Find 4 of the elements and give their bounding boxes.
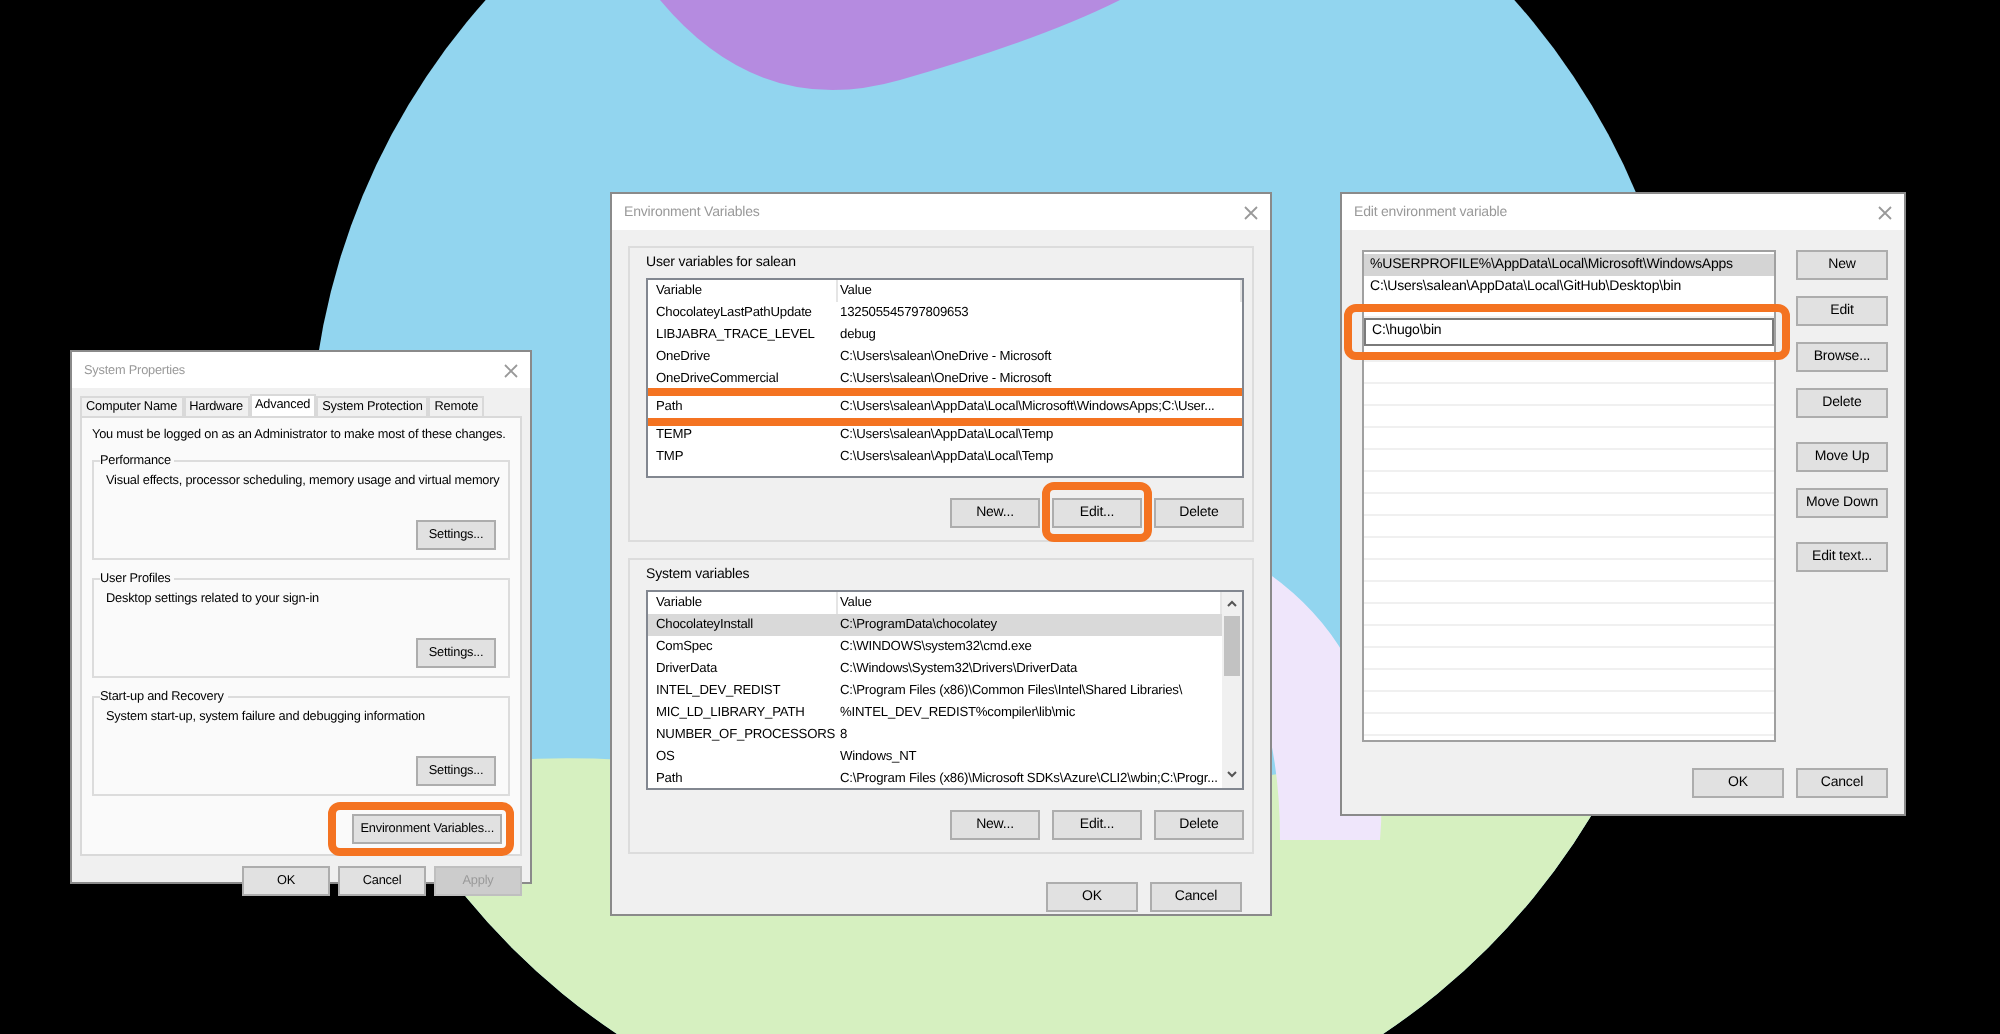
close-icon[interactable] [504,363,518,377]
close-icon[interactable] [1878,205,1892,219]
close-icon[interactable] [1244,205,1258,219]
scrollbar[interactable] [1222,592,1242,788]
